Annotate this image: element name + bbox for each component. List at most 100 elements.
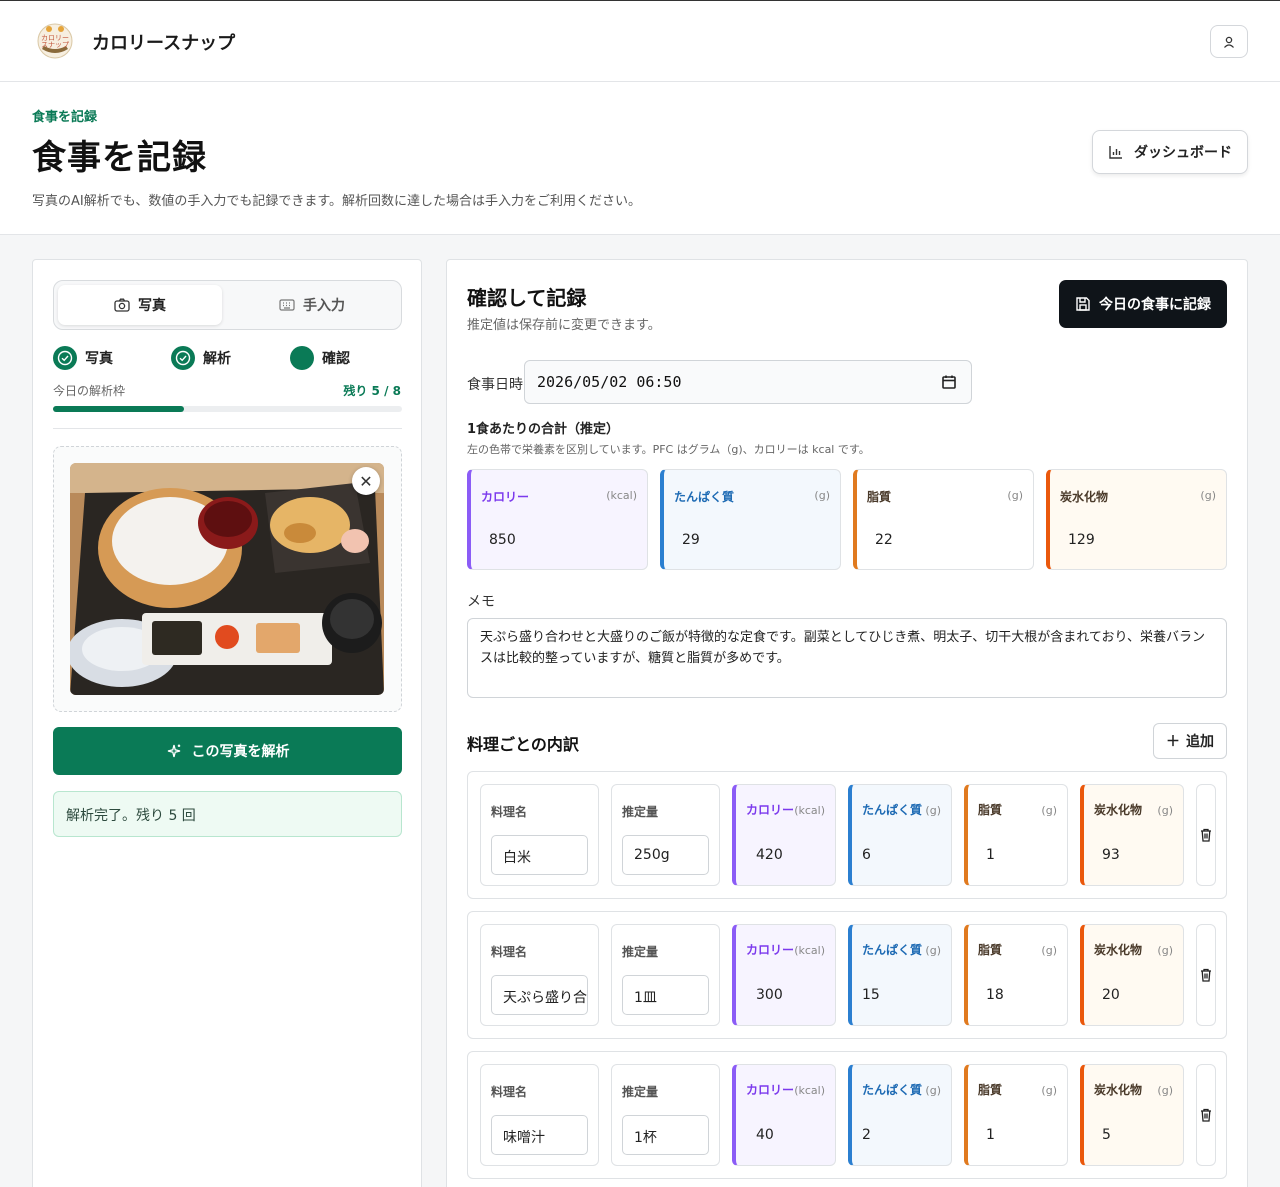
dish-calorie-value: 300	[756, 987, 783, 1003]
dish-calorie-value: 40	[756, 1127, 774, 1143]
meal-photo	[70, 463, 384, 695]
dish-name-input[interactable]: 天ぷら盛り合わせ	[491, 975, 588, 1015]
user-button[interactable]	[1210, 25, 1248, 58]
analyze-label: この写真を解析	[191, 744, 290, 760]
step-analyze: 解析	[171, 346, 231, 370]
step-confirm-label: 確認	[322, 351, 350, 367]
dish-name-cell: 料理名 味噌汁	[480, 1064, 599, 1166]
dish-row: 料理名天ぷら盛り合わせ推定量1皿カロリー(kcal)300たんぱく質(g)15脂…	[467, 911, 1227, 1039]
dish-fat-cell[interactable]: 脂質 (g) 18	[964, 924, 1068, 1026]
dish-protein-cell[interactable]: たんぱく質 (g) 15	[848, 924, 952, 1026]
dish-amount-input[interactable]: 1皿	[622, 975, 709, 1015]
step-photo-label: 写真	[85, 351, 113, 367]
dish-name-input[interactable]: 味噌汁	[491, 1115, 588, 1155]
col-unit: (g)	[925, 804, 941, 817]
dish-carb-cell[interactable]: 炭水化物 (g) 5	[1080, 1064, 1184, 1166]
dashboard-button[interactable]: ダッシュボード	[1092, 130, 1248, 174]
trash-icon	[1201, 828, 1211, 842]
nutrient-unit: (g)	[1007, 489, 1023, 502]
calendar-icon[interactable]	[941, 374, 957, 390]
close-icon: ✕	[359, 471, 373, 491]
dish-fat-cell[interactable]: 脂質 (g) 1	[964, 784, 1068, 886]
datetime-input[interactable]: 2026/05/02 06:50	[524, 360, 972, 404]
page-header: 食事を記録 食事を記録 写真のAI解析でも、数値の手入力でも記録できます。解析回…	[0, 82, 1280, 235]
confirm-panel: 確認して記録 推定値は保存前に変更できます。 今日の食事に記録 食事日時 202…	[446, 259, 1248, 1187]
step-dot	[290, 346, 314, 370]
user-icon	[1224, 36, 1234, 48]
col-label: 推定量	[622, 945, 659, 959]
col-label: 炭水化物	[1094, 943, 1143, 957]
app-logo[interactable]: カロリー スナップ	[32, 19, 78, 61]
col-label: 脂質	[978, 803, 1003, 817]
total-protein-card[interactable]: たんぱく質 (g) 29	[660, 469, 841, 570]
check-circle-icon	[53, 346, 77, 370]
add-dish-button[interactable]: ＋ 追加	[1153, 723, 1227, 759]
dish-row: 料理名 味噌汁 推定量 1杯 カロリー (kcal) 40 たんぱく質 (g) 2 脂質 (g) 1 炭水…	[467, 1051, 1227, 1179]
analysis-status-message: 解析完了。残り 5 回	[53, 791, 402, 837]
memo-textarea[interactable]: 天ぷら盛り合わせと大盛りのご飯が特徴的な定食です。副菜としてひじき煮、明太子、切…	[467, 618, 1227, 698]
dish-calorie-cell[interactable]: カロリー (kcal) 420	[732, 784, 836, 886]
col-label: カロリー	[746, 943, 795, 957]
dish-fat-value: 1	[986, 1127, 995, 1143]
col-label: たんぱく質	[862, 1083, 923, 1097]
col-unit: (kcal)	[794, 1084, 825, 1097]
col-unit: (g)	[1157, 944, 1173, 957]
check-circle-icon	[171, 346, 195, 370]
dish-carb-cell[interactable]: 炭水化物 (g) 93	[1080, 784, 1184, 886]
datetime-value: 2026/05/02 06:50	[537, 373, 682, 391]
tab-manual[interactable]: 手入力	[230, 285, 394, 325]
dish-protein-cell[interactable]: たんぱく質 (g) 6	[848, 784, 952, 886]
quota-label: 今日の解析枠	[53, 384, 126, 398]
nutrient-label: たんぱく質	[674, 490, 735, 504]
plus-icon: ＋	[1166, 734, 1180, 750]
dish-protein-cell[interactable]: たんぱく質 (g) 2	[848, 1064, 952, 1166]
nutrient-label: カロリー	[481, 490, 530, 504]
breadcrumb[interactable]: 食事を記録	[32, 106, 97, 125]
dish-protein-value: 15	[862, 987, 880, 1003]
dish-fat-cell[interactable]: 脂質 (g) 1	[964, 1064, 1068, 1166]
analyze-photo-button[interactable]: この写真を解析	[53, 727, 402, 775]
total-fat-card[interactable]: 脂質 (g) 22	[853, 469, 1034, 570]
dish-carb-value: 5	[1102, 1127, 1111, 1143]
dish-name-input[interactable]: 白米	[491, 835, 588, 875]
dish-calorie-value: 420	[756, 847, 783, 863]
dish-amount-input[interactable]: 1杯	[622, 1115, 709, 1155]
total-carb-card[interactable]: 炭水化物 (g) 129	[1046, 469, 1227, 570]
remove-photo-button[interactable]: ✕	[352, 467, 380, 495]
delete-dish-button[interactable]	[1196, 784, 1216, 886]
col-label: 料理名	[491, 805, 528, 819]
col-label: 脂質	[978, 943, 1003, 957]
dish-carb-value: 20	[1102, 987, 1120, 1003]
tab-photo[interactable]: 写真	[58, 285, 222, 325]
app-title: カロリースナップ	[92, 33, 236, 54]
add-label: 追加	[1186, 734, 1214, 750]
photo-dropzone[interactable]: ✕	[53, 446, 402, 712]
delete-dish-button[interactable]	[1196, 924, 1216, 1026]
dish-calorie-cell[interactable]: カロリー (kcal) 40	[732, 1064, 836, 1166]
section-title: 確認して記録	[467, 286, 587, 310]
col-label: たんぱく質	[862, 943, 923, 957]
tab-manual-label: 手入力	[303, 298, 345, 314]
dish-fat-value: 1	[986, 847, 995, 863]
delete-dish-button[interactable]	[1196, 1064, 1216, 1166]
nutrient-value: 29	[682, 532, 700, 548]
trash-icon	[1201, 968, 1211, 982]
col-label: 推定量	[622, 1085, 659, 1099]
nutrient-value: 22	[875, 532, 893, 548]
step-confirm: 確認	[290, 346, 350, 370]
dish-calorie-cell[interactable]: カロリー (kcal) 300	[732, 924, 836, 1026]
section-subtitle: 推定値は保存前に変更できます。	[467, 318, 661, 333]
top-bar: カロリー スナップ カロリースナップ	[0, 0, 1280, 82]
nutrient-unit: (g)	[814, 489, 830, 502]
col-label: 脂質	[978, 1083, 1003, 1097]
dish-carb-cell[interactable]: 炭水化物 (g) 20	[1080, 924, 1184, 1026]
total-calorie-card[interactable]: カロリー (kcal) 850	[467, 469, 648, 570]
col-label: 料理名	[491, 1085, 528, 1099]
col-label: 炭水化物	[1094, 1083, 1143, 1097]
col-label: たんぱく質	[862, 803, 923, 817]
nutrient-label: 炭水化物	[1060, 490, 1109, 504]
save-meal-button[interactable]: 今日の食事に記録	[1059, 280, 1227, 328]
dish-amount-input[interactable]: 250g	[622, 835, 709, 875]
quota-count: 残り 5 / 8	[343, 384, 401, 398]
dashboard-label: ダッシュボード	[1134, 145, 1232, 161]
